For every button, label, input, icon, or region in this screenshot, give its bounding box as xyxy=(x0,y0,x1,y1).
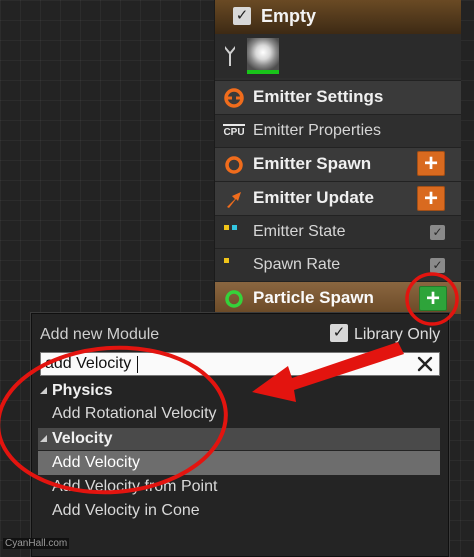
emitter-spawn-add-button[interactable]: + xyxy=(417,151,445,176)
emitter-settings-label: Emitter Settings xyxy=(253,87,384,106)
list-item-add-velocity[interactable]: Add Velocity xyxy=(38,451,440,475)
module-search-input[interactable] xyxy=(45,354,405,374)
list-item-add-velocity-from-point[interactable]: Add Velocity from Point xyxy=(38,475,440,499)
emitter-header[interactable]: ✓ Empty xyxy=(215,0,461,35)
collapse-triangle-icon[interactable] xyxy=(40,435,47,442)
emitter-enabled-checkbox[interactable]: ✓ xyxy=(233,7,251,25)
category-label: Velocity xyxy=(52,430,113,447)
popup-title: Add new Module xyxy=(40,326,160,343)
arrow-up-right-icon xyxy=(227,192,241,208)
emitter-spawn-label: Emitter Spawn xyxy=(253,154,372,173)
pin-icon[interactable] xyxy=(223,44,237,68)
spawn-rate-row[interactable]: Spawn Rate ✓ xyxy=(215,248,461,282)
spawn-rate-label: Spawn Rate xyxy=(253,256,341,273)
emitter-title: Empty xyxy=(261,6,317,26)
watermark: CyanHall.com xyxy=(3,538,70,549)
emitter-thumbnail-row xyxy=(215,34,461,78)
emitter-settings-icon xyxy=(224,88,244,108)
emitter-preview-thumbnail[interactable] xyxy=(247,38,279,74)
emitter-spawn-row[interactable]: Emitter Spawn + xyxy=(215,147,461,181)
list-item-label: Add Velocity from Point xyxy=(52,478,218,495)
list-item-label: Add Rotational Velocity xyxy=(52,405,217,422)
particle-spawn-add-button[interactable]: + xyxy=(419,286,447,311)
emitter-update-label: Emitter Update xyxy=(253,188,374,207)
list-item-label: Add Velocity in Cone xyxy=(52,502,200,519)
emitter-state-checkbox[interactable]: ✓ xyxy=(430,225,445,240)
emitter-properties-label: Emitter Properties xyxy=(253,122,382,139)
list-item-label: Add Velocity xyxy=(52,454,141,471)
spawn-rate-checkbox[interactable]: ✓ xyxy=(430,258,445,273)
green-ring-icon xyxy=(225,290,243,308)
list-item-add-velocity-in-cone[interactable]: Add Velocity in Cone xyxy=(38,499,440,523)
emitter-settings-row[interactable]: Emitter Settings xyxy=(215,80,461,114)
emitter-properties-row[interactable]: CPU Emitter Properties xyxy=(215,114,461,148)
close-icon[interactable] xyxy=(415,354,435,374)
emitter-update-row[interactable]: Emitter Update + xyxy=(215,181,461,215)
particle-spawn-label: Particle Spawn xyxy=(253,288,374,307)
category-label: Physics xyxy=(52,382,113,399)
module-search-box xyxy=(40,352,440,376)
category-velocity[interactable]: Velocity xyxy=(38,428,440,450)
cpu-icon: CPU xyxy=(223,124,245,140)
emitter-state-row[interactable]: Emitter State ✓ xyxy=(215,215,461,249)
emitter-stack-panel: ✓ Empty Emitter Settings CPU Emitter Pro… xyxy=(214,0,461,320)
collapse-triangle-icon[interactable] xyxy=(40,387,47,394)
ring-icon xyxy=(225,156,243,174)
state-dots-icon xyxy=(224,225,237,230)
add-module-popup: Add new Module ✓ Library Only Physics Ad… xyxy=(31,313,449,557)
particle-spawn-row[interactable]: Particle Spawn + xyxy=(215,281,461,314)
emitter-state-label: Emitter State xyxy=(253,223,346,240)
yellow-dot-icon xyxy=(224,258,229,263)
library-only-label: Library Only xyxy=(354,326,441,343)
category-physics[interactable]: Physics xyxy=(38,380,440,402)
emitter-update-add-button[interactable]: + xyxy=(417,186,445,211)
list-item-add-rotational-velocity[interactable]: Add Rotational Velocity xyxy=(38,402,440,426)
text-caret xyxy=(137,356,138,373)
library-only-checkbox[interactable]: ✓ xyxy=(330,324,348,342)
